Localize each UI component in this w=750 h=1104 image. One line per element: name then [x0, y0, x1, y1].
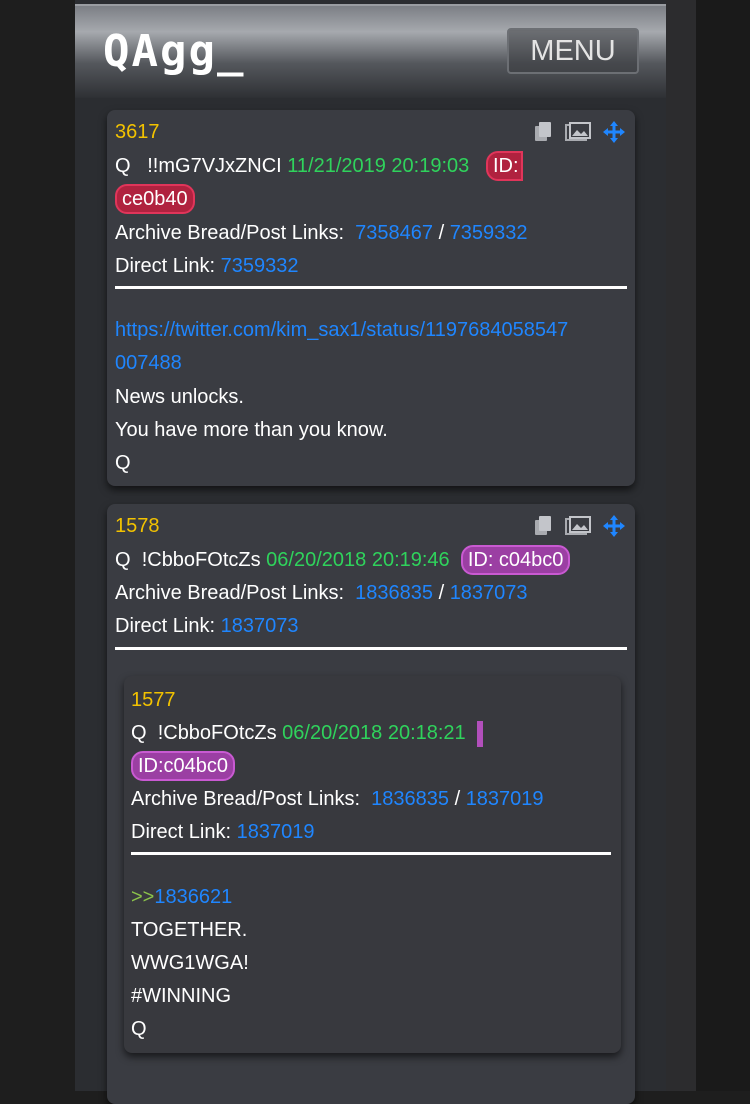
body-signature: Q — [115, 452, 131, 474]
post-header: Q !!mG7VJxZNCI 11/21/2019 20:19:03 ID: — [115, 150, 523, 183]
archive-links: Archive Bread/Post Links: 7358467 / 7359… — [115, 217, 528, 250]
archive-link-post[interactable]: 1837019 — [466, 788, 544, 810]
post-author: Q — [115, 155, 131, 177]
post-id-line: ce0b40 — [115, 183, 195, 216]
archive-label: Archive Bread/Post Links: — [115, 222, 344, 244]
archive-link-post[interactable]: 1837073 — [450, 582, 528, 604]
quoted-post-card: 1577 Q !CbboFOtcZs 06/20/2018 20:18:21 I… — [124, 676, 621, 1053]
body-text-line: WWG1WGA! — [131, 952, 249, 974]
archive-link-post[interactable]: 7359332 — [450, 222, 528, 244]
body-text-line: #WINNING — [131, 985, 231, 1007]
quote-arrows: >> — [131, 886, 155, 908]
archive-links: Archive Bread/Post Links: 1836835 / 1837… — [115, 577, 528, 610]
image-icon[interactable] — [565, 122, 591, 142]
archive-label: Archive Bread/Post Links: — [131, 788, 360, 810]
body-text-line: TOGETHER. — [131, 919, 248, 941]
quote-link[interactable]: 1836621 — [154, 886, 232, 908]
direct-link-row: Direct Link: 1837073 — [115, 610, 298, 643]
direct-link-row: Direct Link: 1837019 — [131, 816, 314, 849]
post-toolbar — [533, 120, 625, 144]
archive-label: Archive Bread/Post Links: — [115, 582, 344, 604]
post-tripcode: !CbboFOtcZs — [157, 722, 277, 744]
direct-link-label: Direct Link: — [131, 821, 232, 843]
move-icon[interactable] — [603, 121, 625, 143]
right-gutter — [666, 0, 696, 1091]
header-divider — [131, 852, 611, 855]
post-id-badge[interactable]: ID: c04bc0 — [460, 545, 571, 575]
menu-button[interactable]: MENU — [507, 28, 639, 74]
post-datetime: 11/21/2019 20:19:03 — [287, 155, 470, 177]
post-id-value[interactable]: ce0b40 — [115, 184, 195, 214]
app-logo[interactable]: QAgg_ — [103, 26, 245, 77]
post-id-line: ID:c04bc0 — [131, 750, 236, 783]
direct-link-label: Direct Link: — [115, 255, 216, 277]
post-header: Q !CbboFOtcZs 06/20/2018 20:18:21 — [131, 717, 483, 750]
post-number[interactable]: 1577 — [131, 684, 176, 717]
body-link-line-1[interactable]: https://twitter.com/kim_sax1/status/1197… — [115, 314, 568, 347]
header-divider — [115, 647, 627, 650]
post-author: Q — [115, 549, 131, 571]
post-author: Q — [131, 722, 147, 744]
post-tripcode: !!mG7VJxZNCI — [147, 155, 282, 177]
direct-link[interactable]: 1837073 — [221, 615, 299, 637]
body-link-line-2[interactable]: 007488 — [115, 347, 182, 380]
post-datetime: 06/20/2018 20:19:46 — [266, 549, 450, 571]
post-card: 3617 Q !!mG7VJxZNCI 11/21/2019 20:19:03 … — [107, 110, 635, 486]
app-header: QAgg_ MENU — [75, 4, 666, 98]
archive-separator: / — [454, 788, 461, 810]
body-text-line: News unlocks. — [115, 386, 244, 408]
post-datetime: 06/20/2018 20:18:21 — [282, 722, 466, 744]
body-signature: Q — [131, 1018, 147, 1040]
archive-separator: / — [438, 222, 445, 244]
direct-link[interactable]: 7359332 — [221, 255, 299, 277]
archive-link-bread[interactable]: 1836835 — [371, 788, 449, 810]
archive-separator: / — [438, 582, 445, 604]
post-number[interactable]: 3617 — [115, 116, 160, 149]
post-number[interactable]: 1578 — [115, 510, 160, 543]
post-toolbar — [533, 514, 625, 538]
direct-link-label: Direct Link: — [115, 615, 216, 637]
id-badge-edge — [476, 720, 483, 747]
image-icon[interactable] — [565, 516, 591, 536]
body-text-line: You have more than you know. — [115, 419, 388, 441]
direct-link[interactable]: 1837019 — [237, 821, 315, 843]
copy-icon[interactable] — [533, 515, 553, 537]
post-id-badge[interactable]: ID: — [485, 151, 523, 181]
move-icon[interactable] — [603, 515, 625, 537]
far-right-gutter — [696, 0, 750, 1091]
post-id-badge[interactable]: ID:c04bc0 — [131, 751, 236, 781]
post-header: Q !CbboFOtcZs 06/20/2018 20:19:46 ID: c0… — [115, 544, 571, 577]
archive-link-bread[interactable]: 1836835 — [355, 582, 433, 604]
copy-icon[interactable] — [533, 121, 553, 143]
archive-link-bread[interactable]: 7358467 — [355, 222, 433, 244]
post-tripcode: !CbboFOtcZs — [141, 549, 261, 571]
header-divider — [115, 286, 627, 289]
archive-links: Archive Bread/Post Links: 1836835 / 1837… — [131, 783, 544, 816]
direct-link-row: Direct Link: 7359332 — [115, 250, 298, 283]
quote-reference: >>1836621 — [131, 881, 232, 914]
